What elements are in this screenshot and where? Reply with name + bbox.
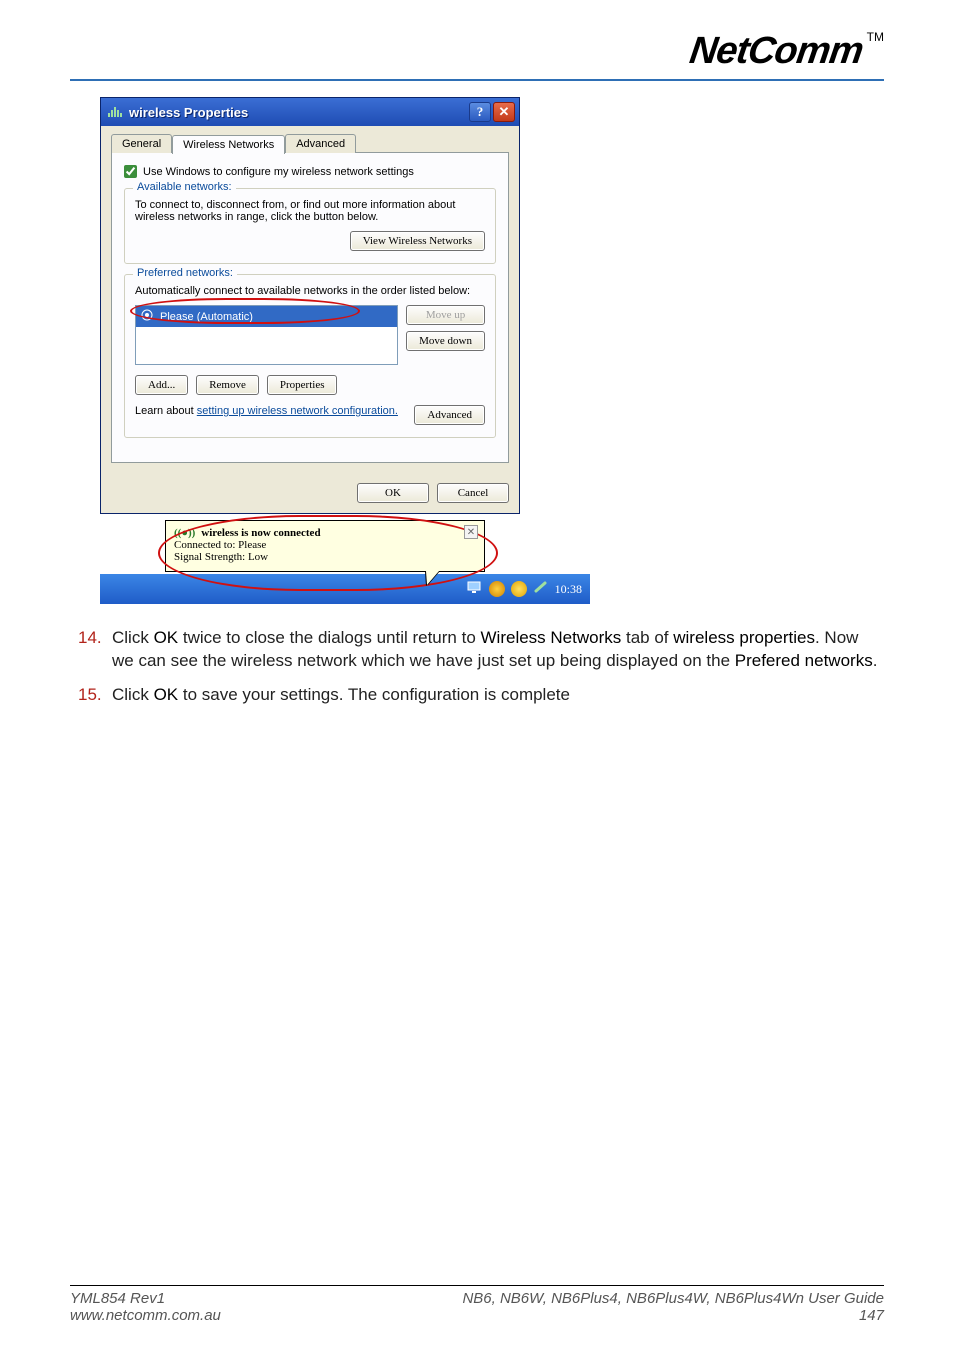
dialog-titlebar[interactable]: wireless Properties ? ✕ — [101, 98, 519, 126]
page-footer: YML854 Rev1 www.netcomm.com.au NB6, NB6W… — [70, 1285, 884, 1324]
step-15: 15. Click OK to save your settings. The … — [78, 683, 884, 706]
balloon-title-text: wireless is now connected — [201, 527, 320, 539]
use-windows-checkbox-row[interactable]: Use Windows to configure my wireless net… — [124, 165, 496, 178]
balloon-close-button[interactable]: ✕ — [464, 525, 478, 539]
close-button[interactable]: ✕ — [493, 102, 515, 122]
use-windows-label: Use Windows to configure my wireless net… — [143, 166, 414, 178]
tray-alert-icon[interactable] — [511, 581, 527, 597]
remove-button[interactable]: Remove — [196, 375, 259, 395]
tray-monitor-icon[interactable] — [467, 579, 483, 599]
connection-balloon: ((●)) wireless is now connected ✕ Connec… — [165, 520, 485, 572]
footer-rev: YML854 Rev1 — [70, 1290, 221, 1307]
preferred-networks-group: Preferred networks: Automatically connec… — [124, 274, 496, 438]
dialog-title: wireless Properties — [129, 105, 467, 120]
ok-button[interactable]: OK — [357, 483, 429, 503]
footer-models: NB6, NB6W, NB6Plus4, NB6Plus4W, NB6Plus4… — [462, 1290, 884, 1307]
wireless-properties-dialog: wireless Properties ? ✕ General Wireless… — [100, 97, 520, 514]
step-14: 14. Click OK twice to close the dialogs … — [78, 626, 884, 673]
learn-link[interactable]: setting up wireless network configuratio… — [197, 405, 398, 417]
balloon-line1: Connected to: Please — [174, 539, 476, 551]
advanced-button[interactable]: Advanced — [414, 405, 485, 425]
available-desc: To connect to, disconnect from, or find … — [135, 199, 485, 223]
preferred-legend: Preferred networks: — [133, 267, 237, 279]
tray-shield-icon[interactable] — [489, 581, 505, 597]
wireless-status-icon: ((●)) — [174, 527, 195, 539]
preferred-network-item[interactable]: Please (Automatic) — [136, 306, 397, 327]
tab-wireless-networks[interactable]: Wireless Networks — [172, 135, 285, 154]
available-networks-group: Available networks: To connect to, disco… — [124, 188, 496, 264]
network-icon — [140, 308, 154, 325]
footer-url: www.netcomm.com.au — [70, 1307, 221, 1324]
footer-page-number: 147 — [462, 1307, 884, 1324]
balloon-line2: Signal Strength: Low — [174, 551, 476, 563]
cancel-button[interactable]: Cancel — [437, 483, 509, 503]
tab-advanced[interactable]: Advanced — [285, 134, 356, 153]
preferred-network-list[interactable]: Please (Automatic) — [135, 305, 398, 365]
view-wireless-networks-button[interactable]: View Wireless Networks — [350, 231, 485, 251]
preferred-item-label: Please (Automatic) — [160, 311, 253, 323]
tray-usb-icon[interactable] — [533, 579, 549, 599]
move-up-button[interactable]: Move up — [406, 305, 485, 325]
wireless-icon — [107, 104, 123, 120]
learn-text: Learn about setting up wireless network … — [135, 405, 398, 417]
properties-button[interactable]: Properties — [267, 375, 338, 395]
taskbar: 10:38 — [100, 574, 590, 604]
brand-logo: NetCommTM — [690, 30, 884, 73]
available-legend: Available networks: — [133, 181, 236, 193]
header-rule — [70, 79, 884, 81]
preferred-desc: Automatically connect to available netwo… — [135, 285, 485, 297]
add-button[interactable]: Add... — [135, 375, 188, 395]
move-down-button[interactable]: Move down — [406, 331, 485, 351]
taskbar-clock: 10:38 — [555, 582, 582, 597]
use-windows-checkbox[interactable] — [124, 165, 137, 178]
help-button[interactable]: ? — [469, 102, 491, 122]
tab-general[interactable]: General — [111, 134, 172, 153]
